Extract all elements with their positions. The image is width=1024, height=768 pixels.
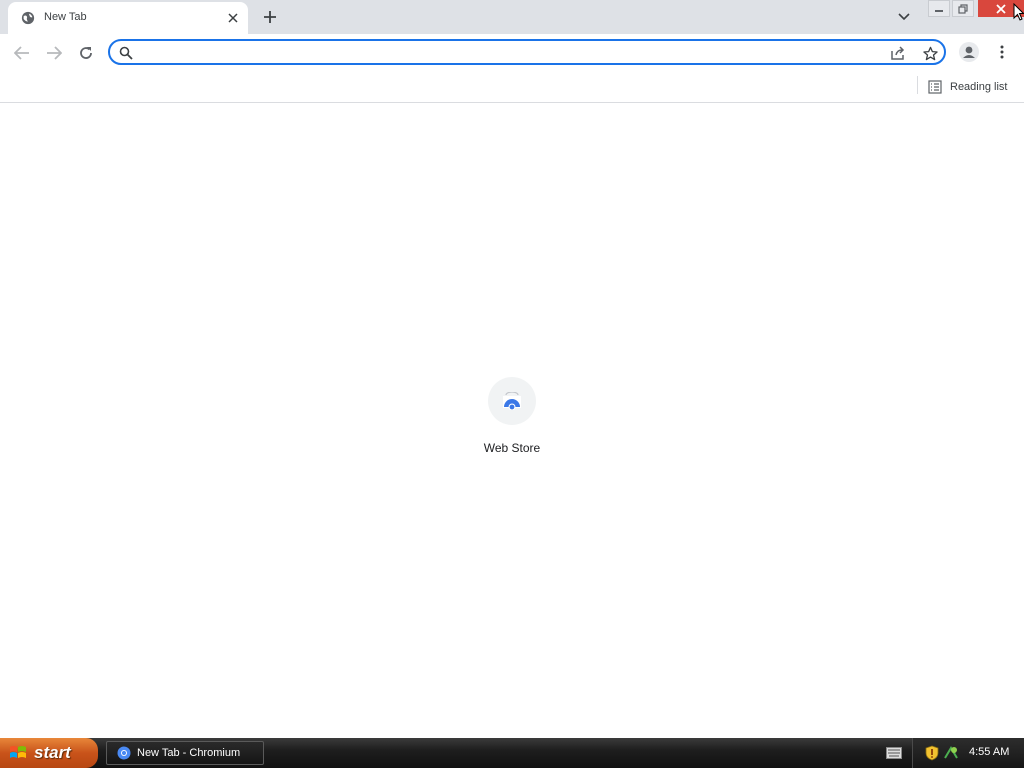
reload-icon	[80, 47, 92, 59]
mouse-cursor-icon	[1013, 3, 1024, 21]
shortcut-label: Web Store	[483, 441, 541, 455]
clock: 4:55 AM	[969, 746, 1010, 758]
system-tray: 4:55 AM	[912, 738, 1024, 768]
shortcut-web-store[interactable]: Web Store	[472, 377, 552, 461]
avatar-icon	[959, 42, 979, 62]
back-button[interactable]	[10, 42, 34, 64]
share-icon	[891, 46, 905, 60]
arrow-left-icon	[14, 46, 29, 60]
taskbar: start New Tab - Chromium 4:55 AM	[0, 738, 1024, 768]
start-button[interactable]: start	[0, 738, 98, 768]
reading-list-label: Reading list	[950, 81, 1008, 93]
shortcut-icon-circle	[488, 377, 536, 425]
network-icon[interactable]	[943, 745, 959, 761]
search-icon	[119, 46, 133, 60]
windows-logo-icon	[10, 746, 26, 758]
kebab-menu-icon	[1000, 45, 1004, 59]
tab-new-tab[interactable]: New Tab	[8, 2, 248, 34]
star-icon	[922, 46, 938, 60]
arrow-right-icon	[47, 46, 62, 60]
reading-list-icon	[928, 80, 942, 94]
tab-strip: New Tab	[0, 0, 1024, 34]
taskbar-item-chromium[interactable]: New Tab - Chromium	[106, 741, 264, 765]
menu-button[interactable]	[992, 41, 1012, 63]
toolbar	[0, 34, 1024, 72]
close-icon	[996, 3, 1006, 14]
restore-icon	[958, 3, 968, 14]
new-tab-button[interactable]	[259, 6, 281, 28]
tab-title: New Tab	[44, 11, 87, 23]
bookmarks-separator	[917, 76, 918, 94]
start-label: start	[34, 743, 71, 762]
reload-button[interactable]	[74, 42, 98, 64]
restore-button[interactable]	[952, 0, 974, 17]
keyboard-icon[interactable]	[886, 747, 902, 759]
globe-icon	[21, 11, 35, 25]
browser-window: New Tab Reading list Web Store	[0, 0, 1024, 738]
bookmark-star-button[interactable]	[920, 44, 940, 62]
minimize-icon	[935, 9, 943, 12]
security-shield-icon[interactable]	[925, 745, 939, 761]
chromium-icon	[117, 746, 131, 760]
tab-close-button[interactable]	[224, 9, 242, 27]
tab-search-button[interactable]	[894, 8, 914, 26]
bookmarks-bar: Reading list	[0, 72, 1024, 103]
profile-button[interactable]	[958, 41, 980, 63]
share-button[interactable]	[888, 44, 908, 62]
chevron-down-icon	[898, 13, 910, 21]
new-tab-page: Web Store	[0, 103, 1024, 738]
omnibox[interactable]	[108, 39, 946, 65]
address-input[interactable]	[140, 43, 884, 63]
taskbar-item-label: New Tab - Chromium	[137, 747, 241, 759]
minimize-button[interactable]	[928, 0, 950, 17]
web-store-icon	[503, 392, 521, 410]
plus-icon	[264, 11, 276, 23]
close-icon	[228, 13, 238, 23]
reading-list-button[interactable]: Reading list	[928, 76, 1007, 98]
forward-button[interactable]	[42, 42, 66, 64]
